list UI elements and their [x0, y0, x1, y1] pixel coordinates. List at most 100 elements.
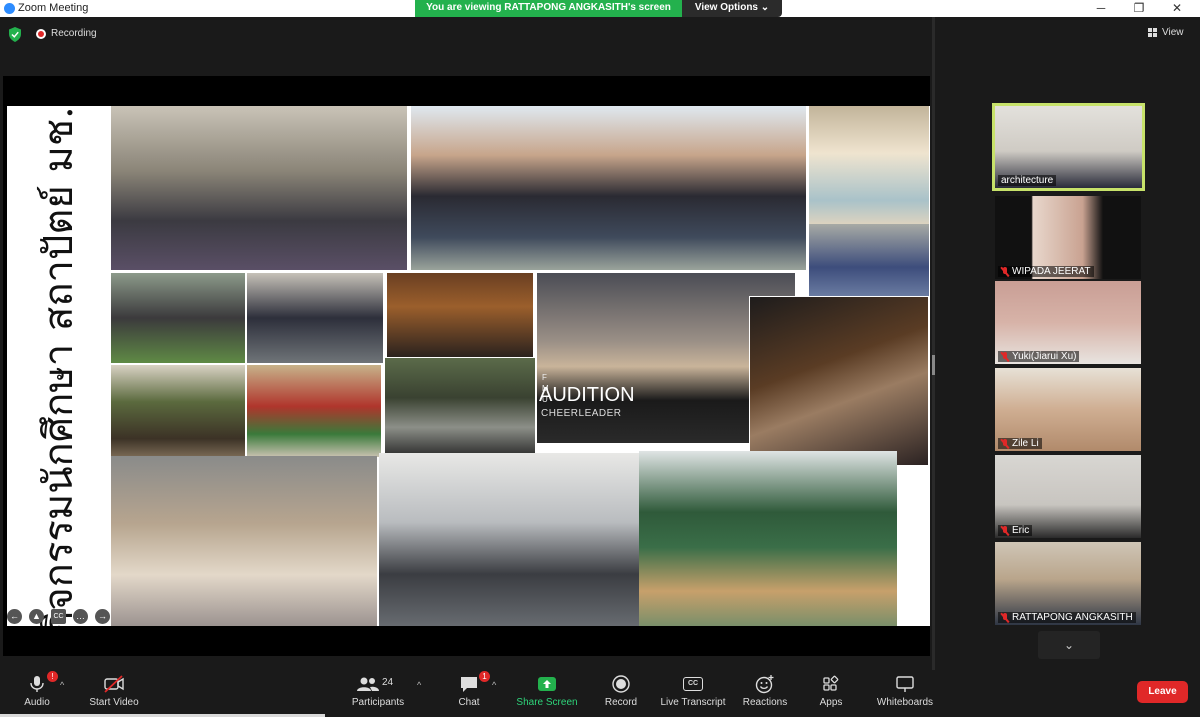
participants-button[interactable]: 24 Participants	[350, 674, 406, 708]
view-options-button[interactable]: View Options ⌄	[682, 0, 782, 17]
record-dot-icon	[36, 28, 46, 39]
mic-muted-icon	[1001, 351, 1009, 362]
photo-group-shout	[247, 273, 383, 363]
participant-name: Yuki(Jiarui Xu)	[998, 351, 1080, 362]
participant-tile[interactable]: WIPADA JEERAT	[995, 196, 1141, 279]
audio-alert-badge: !	[47, 671, 58, 682]
video-off-icon	[104, 675, 124, 693]
chat-unread-badge: 1	[479, 671, 490, 682]
people-icon	[357, 677, 379, 691]
chevron-down-icon: ⌄	[1063, 638, 1075, 652]
participant-name: Eric	[998, 525, 1033, 536]
share-screen-icon	[538, 677, 556, 691]
view-button[interactable]: View	[1148, 27, 1184, 38]
participant-tile[interactable]: RATTAPONG ANGKASITH	[995, 542, 1141, 625]
participant-tile-active[interactable]: architecture	[992, 103, 1145, 191]
live-transcript-button[interactable]: CC Live Transcript	[658, 674, 728, 708]
mic-muted-icon	[1001, 266, 1009, 277]
whiteboards-label: Whiteboards	[876, 697, 934, 708]
slide-title: กิจกรรมนักศึกษา สถาปัตย์ มช.	[36, 106, 82, 626]
record-icon	[612, 675, 630, 693]
photo-field-gathering	[111, 273, 245, 363]
whiteboards-button[interactable]: Whiteboards	[872, 674, 938, 708]
photo-forest-ceremony	[385, 358, 535, 457]
scroll-tiles-down-button[interactable]: ⌄	[1038, 631, 1100, 659]
photo-stage-performance	[111, 106, 407, 270]
participant-tile[interactable]: Eric	[995, 455, 1141, 538]
apps-icon	[823, 675, 839, 691]
record-button[interactable]: Record	[602, 674, 640, 708]
slide-cc-button[interactable]: CC	[51, 609, 66, 624]
photo-drafting-studio	[379, 453, 639, 626]
audition-label: AUDITION	[539, 384, 635, 406]
audio-options-caret[interactable]: ^	[60, 680, 64, 690]
share-screen-button[interactable]: Share Screen	[515, 674, 579, 708]
photo-parade	[639, 451, 897, 626]
participants-icon-group: 24	[356, 674, 400, 694]
participants-count: 24	[382, 677, 394, 688]
chevron-down-icon: ⌄	[760, 2, 770, 13]
slide-prev-button[interactable]: ←	[7, 609, 22, 624]
audio-label: Audio	[24, 697, 50, 708]
start-video-button[interactable]: Start Video	[86, 674, 142, 708]
view-label: View	[1162, 27, 1184, 38]
photo-temple-interior	[387, 273, 533, 357]
maximize-button[interactable]: ❐	[1121, 0, 1157, 17]
participant-tile[interactable]: Zile Li	[995, 368, 1141, 451]
slide-more-button[interactable]: …	[73, 609, 88, 624]
window-title: Zoom Meeting	[18, 2, 89, 14]
share-screen-label: Share Screen	[516, 697, 578, 708]
record-label: Record	[604, 697, 638, 708]
participants-options-caret[interactable]: ^	[417, 680, 421, 690]
chat-label: Chat	[458, 697, 480, 708]
close-button[interactable]: ✕	[1159, 0, 1195, 17]
participant-name: architecture	[998, 175, 1057, 186]
audio-button[interactable]: ! Audio	[18, 671, 58, 708]
panel-divider[interactable]	[932, 17, 935, 670]
mic-muted-icon	[1001, 525, 1009, 536]
zoom-app-icon	[4, 3, 15, 14]
screen-share-banner: You are viewing RATTAPONG ANGKASITH's sc…	[415, 0, 682, 17]
whiteboard-icon	[896, 676, 914, 692]
participant-name: Zile Li	[998, 438, 1042, 449]
meeting-toolbar: ! Audio ^ Start Video 24 Participants ^ …	[0, 670, 1200, 717]
presentation-slide: กิจกรรมนักศึกษา สถาปัตย์ มช. F M U AUDIT…	[7, 106, 930, 626]
slide-pointer-button[interactable]: ▲	[29, 609, 44, 624]
photo-music-band	[749, 296, 929, 466]
participants-label: Participants	[351, 697, 405, 708]
photo-costume-group	[111, 365, 245, 457]
photo-costume-play	[247, 365, 381, 457]
cheerleader-label: CHEERLEADER	[541, 408, 622, 419]
participant-tile[interactable]: Yuki(Jiarui Xu)	[995, 281, 1141, 364]
minimize-button[interactable]: ─	[1083, 0, 1119, 17]
slide-next-button[interactable]: →	[95, 609, 110, 624]
apps-button[interactable]: Apps	[812, 674, 850, 708]
photo-ceremony-display	[809, 106, 929, 224]
view-options-label: View Options	[694, 2, 758, 13]
reactions-label: Reactions	[742, 697, 788, 708]
divider-drag-handle[interactable]	[932, 355, 935, 375]
recording-label: Recording	[51, 28, 97, 39]
live-transcript-label: Live Transcript	[660, 697, 726, 708]
start-video-label: Start Video	[89, 697, 139, 708]
participant-name: RATTAPONG ANGKASITH	[998, 612, 1136, 623]
leave-button[interactable]: Leave	[1137, 681, 1188, 703]
chat-bubble-icon	[461, 677, 477, 692]
chat-options-caret[interactable]: ^	[492, 680, 496, 690]
smiley-icon	[755, 675, 774, 694]
photo-group-building	[411, 106, 806, 270]
participant-name: WIPADA JEERAT	[998, 266, 1094, 277]
photo-sports-court	[809, 224, 929, 296]
grid-icon	[1148, 28, 1157, 37]
microphone-icon	[30, 676, 44, 692]
mic-muted-icon	[1001, 612, 1009, 623]
shared-screen[interactable]: กิจกรรมนักศึกษา สถาปัตย์ มช. F M U AUDIT…	[3, 76, 930, 656]
recording-indicator[interactable]: Recording	[36, 28, 97, 39]
chat-button[interactable]: 1 Chat	[450, 671, 490, 708]
reactions-button[interactable]: Reactions	[740, 674, 790, 708]
mic-muted-icon	[1001, 438, 1009, 449]
shield-icon[interactable]	[8, 27, 22, 42]
apps-label: Apps	[819, 697, 843, 708]
closed-caption-icon: CC	[683, 677, 703, 691]
photo-crowd-activity	[111, 456, 377, 626]
